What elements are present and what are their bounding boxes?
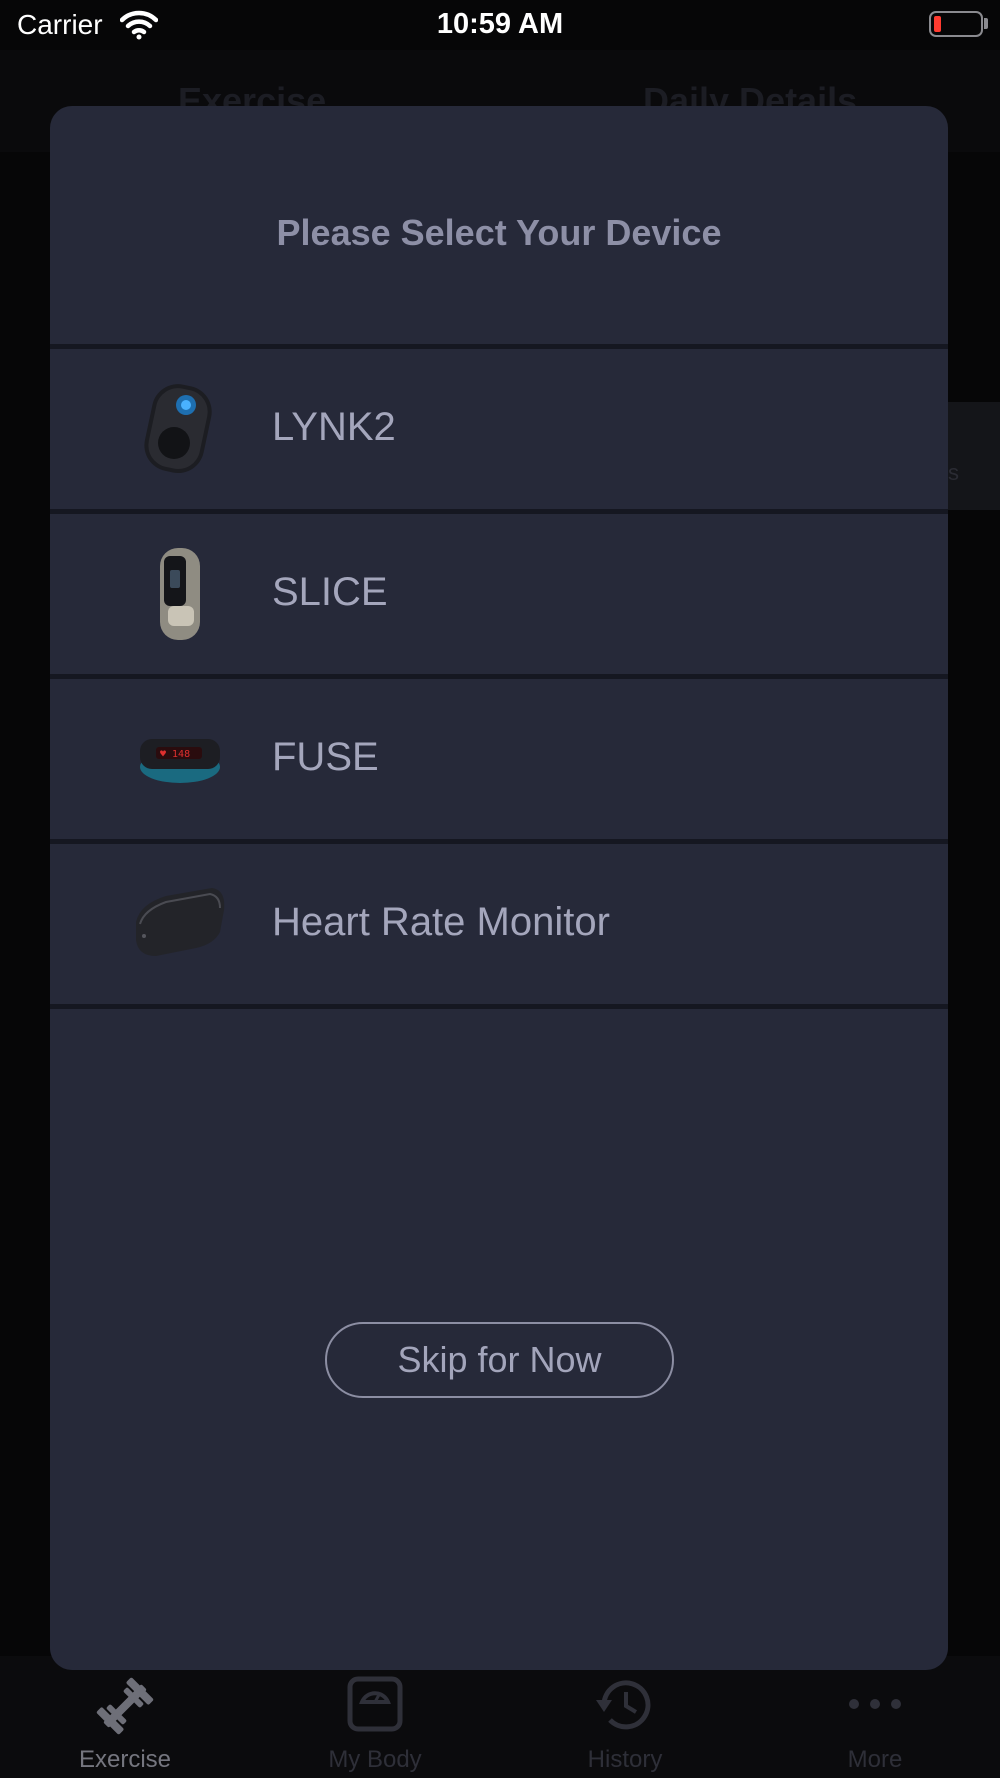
dumbbell-icon (90, 1676, 160, 1736)
device-label-lynk2: LYNK2 (272, 405, 396, 449)
background-card-text: s (948, 460, 959, 485)
device-select-modal: Please Select Your Device LYNK2 SLICE ♥ … (50, 106, 948, 1670)
background-card: s (948, 402, 1000, 510)
slice-device-icon (130, 544, 230, 644)
battery-nub (984, 18, 988, 29)
device-label-heart-rate-monitor: Heart Rate Monitor (272, 900, 610, 944)
scale-icon (340, 1676, 410, 1736)
tab-history-label: History (587, 1746, 663, 1773)
skip-for-now-button[interactable]: Skip for Now (325, 1322, 674, 1398)
tab-bar: Exercise My Body History More (0, 1656, 1000, 1778)
tab-more-label: More (847, 1746, 903, 1773)
app-screen: Carrier 10:59 AM Exercise Daily Details … (0, 0, 1000, 1778)
device-label-slice: SLICE (272, 570, 388, 614)
fuse-device-icon: ♥ 148 (130, 709, 230, 809)
tab-history[interactable]: History (500, 1656, 750, 1778)
divider (50, 1004, 948, 1009)
status-time: 10:59 AM (436, 8, 564, 40)
tab-exercise[interactable]: Exercise (0, 1656, 250, 1778)
device-row-fuse[interactable]: ♥ 148 FUSE (50, 679, 948, 839)
battery-level (934, 16, 941, 32)
svg-text:♥ 148: ♥ 148 (160, 749, 190, 760)
device-label-fuse: FUSE (272, 735, 379, 779)
device-row-slice[interactable]: SLICE (50, 514, 948, 674)
battery-icon (929, 11, 983, 37)
heart-rate-monitor-icon (130, 874, 230, 974)
tab-my-body-label: My Body (328, 1746, 422, 1773)
history-icon (590, 1676, 660, 1736)
status-bar: Carrier 10:59 AM (0, 0, 1000, 50)
device-row-heart-rate-monitor[interactable]: Heart Rate Monitor (50, 844, 948, 1004)
more-dots-icon (840, 1676, 910, 1736)
modal-title: Please Select Your Device (276, 212, 722, 253)
tab-my-body[interactable]: My Body (250, 1656, 500, 1778)
tab-exercise-label: Exercise (78, 1746, 172, 1773)
tab-more[interactable]: More (750, 1656, 1000, 1778)
device-row-lynk2[interactable]: LYNK2 (50, 349, 948, 509)
lynk2-device-icon (130, 379, 230, 479)
